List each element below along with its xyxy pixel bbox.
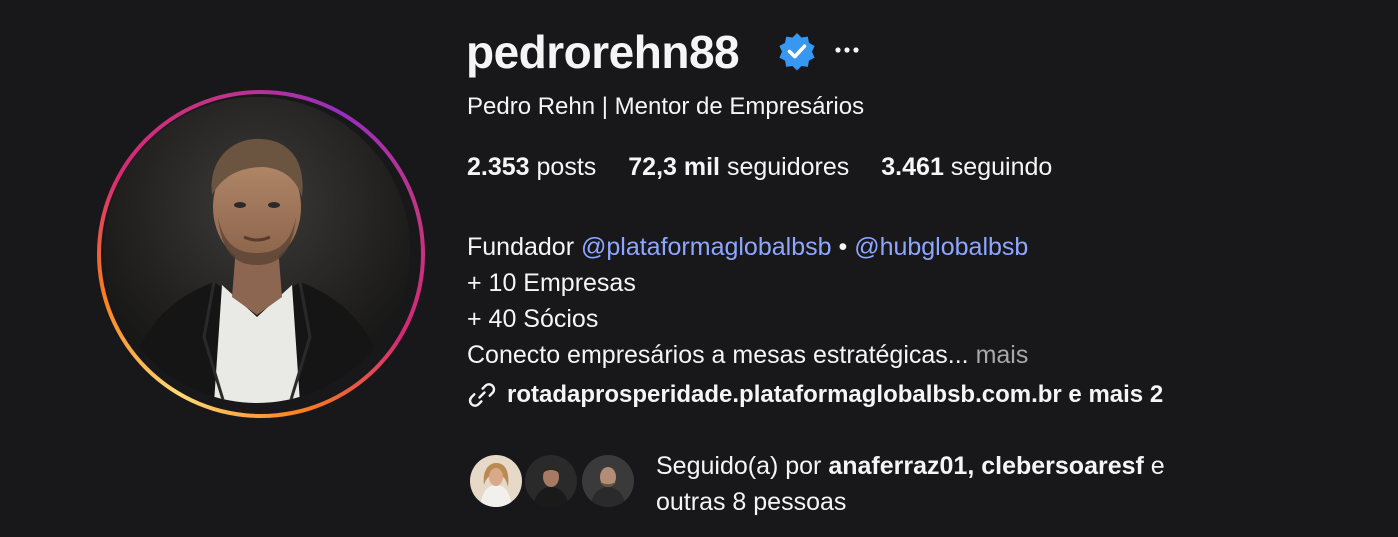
profile-full-name: Pedro Rehn | Mentor de Empresários [467, 93, 865, 120]
follower-avatar-anaferraz01 [467, 452, 525, 510]
following-count: 3.461 [881, 153, 944, 181]
profile-avatar[interactable] [104, 97, 410, 403]
posts-stat[interactable]: 2.353 posts [467, 153, 596, 182]
avatar-portrait-image [104, 97, 410, 403]
followers-count: 72,3 mil [628, 153, 721, 181]
followed-by-user-clebersoaresf[interactable]: clebersoaresf [981, 452, 1144, 480]
bio-mention-hubglobalbsb[interactable]: @hubglobalbsb [854, 233, 1028, 261]
posts-count: 2.353 [467, 153, 530, 181]
follower-avatar-other [579, 452, 637, 510]
followers-stat[interactable]: 72,3 mil seguidores [628, 153, 849, 182]
bio-line-connect: Conecto empresários a mesas estratégicas… [467, 337, 1028, 373]
profile-external-link[interactable]: rotadaprosperidade.plataformaglobalbsb.c… [467, 380, 1163, 410]
followed-by-suffix: outras 8 pessoas [656, 488, 847, 516]
followed-by-avatars [467, 450, 642, 512]
verified-badge-icon [779, 33, 815, 71]
followed-by-text: Seguido(a) por anaferraz01, clebersoares… [656, 448, 1165, 520]
followed-by-section[interactable]: Seguido(a) por anaferraz01, clebersoares… [467, 450, 1165, 520]
followers-label: seguidores [726, 153, 850, 181]
bio-separator: • [838, 233, 848, 261]
following-stat[interactable]: 3.461 seguindo [881, 153, 1052, 182]
bio-founder-prefix: Fundador [467, 233, 575, 261]
bio-line-founder: Fundador @plataformaglobalbsb • @hubglob… [467, 229, 1028, 265]
profile-username: pedrorehn88 [466, 26, 740, 78]
more-options-button[interactable] [833, 30, 861, 70]
bio-connect-text: Conecto empresários a mesas estratégicas… [467, 341, 969, 369]
follower-avatar-clebersoaresf [522, 452, 580, 510]
followed-by-comma: , [967, 452, 975, 480]
bio-more-link[interactable]: mais [976, 341, 1029, 369]
followed-by-conj: e [1150, 452, 1165, 480]
follower-avatar-image-3 [582, 455, 634, 507]
link-icon [468, 383, 496, 407]
bio-mention-plataformaglobalbsb[interactable]: @plataformaglobalbsb [581, 233, 832, 261]
bio-line-companies: + 10 Empresas [467, 269, 636, 297]
external-link-text: rotadaprosperidade.plataformaglobalbsb.c… [507, 381, 1164, 408]
profile-stats: 2.353 posts 72,3 mil seguidores 3.461 se… [467, 153, 1052, 182]
followed-by-user-anaferraz01[interactable]: anaferraz01 [828, 452, 967, 480]
profile-avatar-ring[interactable] [97, 90, 425, 418]
followed-by-line-1: Seguido(a) por anaferraz01, clebersoares… [656, 448, 1165, 484]
bio-line-partners: + 40 Sócios [467, 305, 599, 333]
following-label: seguindo [950, 153, 1053, 181]
followed-by-prefix: Seguido(a) por [656, 452, 822, 480]
follower-avatar-image-2 [525, 455, 577, 507]
profile-bio: Fundador @plataformaglobalbsb • @hubglob… [467, 229, 1028, 373]
follower-avatar-image-1 [470, 455, 522, 507]
more-options-icon [835, 47, 859, 53]
posts-label: posts [536, 153, 597, 181]
